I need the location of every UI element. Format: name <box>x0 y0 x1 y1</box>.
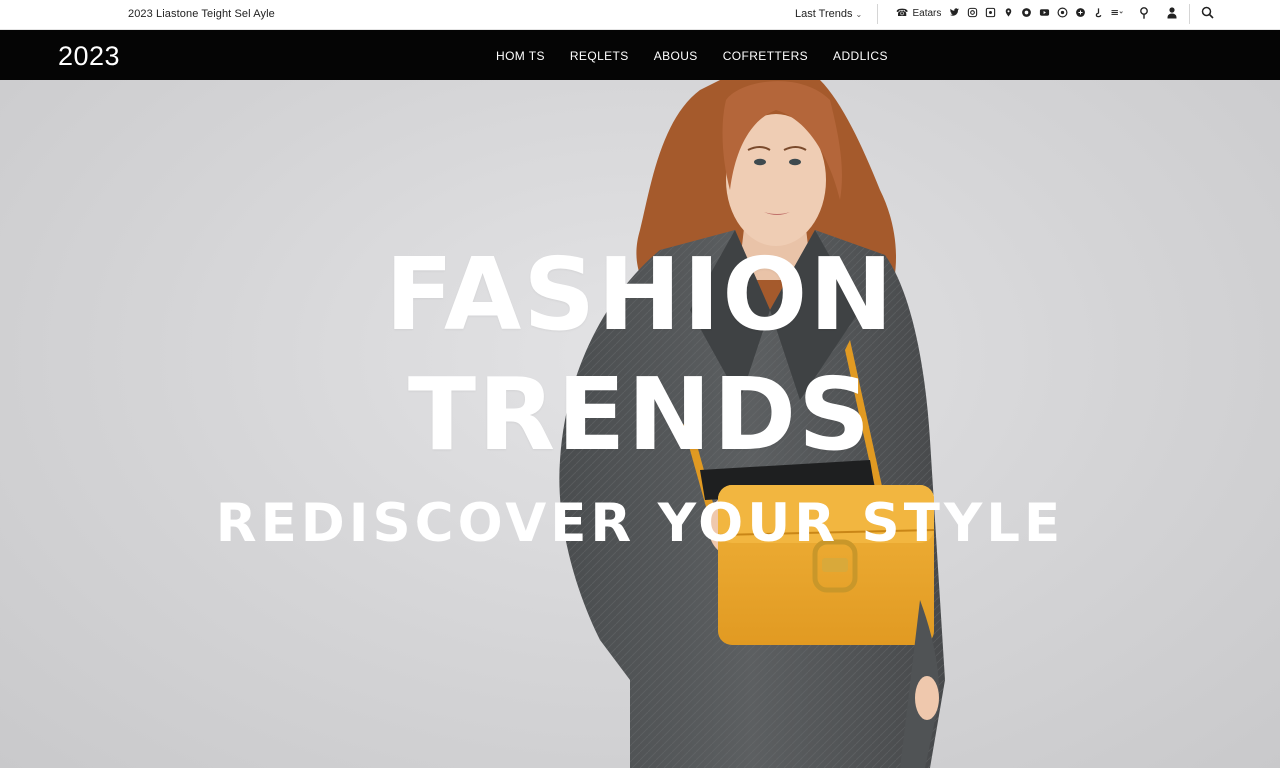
pinterest-icon[interactable] <box>984 7 996 19</box>
threads-icon[interactable] <box>1092 7 1104 19</box>
social-icons <box>948 7 1123 19</box>
hero-headline-line-1: FASHION <box>385 236 895 353</box>
nav-item-cofretters[interactable]: COFRETTERS <box>723 49 808 63</box>
trends-dropdown-label: Last Trends <box>795 8 853 20</box>
facebook-icon[interactable] <box>1020 7 1032 19</box>
nav-item-home[interactable]: HOM TS <box>496 49 545 63</box>
snapchat-icon[interactable] <box>1056 7 1068 19</box>
site-logo[interactable]: 2023 <box>58 41 120 72</box>
whatsapp-icon[interactable] <box>1074 7 1086 19</box>
nav-item-about[interactable]: ABOUS <box>654 49 698 63</box>
top-utility-bar: 2023 Liastone Teight Sel Ayle Last Trend… <box>0 0 1280 30</box>
more-icon[interactable] <box>1110 7 1123 19</box>
main-navbar: 2023 HOM TS REQLETS ABOUS COFRETTERS ADD… <box>0 30 1280 80</box>
hero-banner: FASHION TRENDS REDISCOVER YOUR STYLE <box>0 80 1280 768</box>
site-tagline: 2023 Liastone Teight Sel Ayle <box>128 8 275 20</box>
instagram-icon[interactable] <box>966 7 978 19</box>
twitter-icon[interactable] <box>948 7 960 19</box>
nav-item-addlics[interactable]: ADDLICS <box>833 49 888 63</box>
location-icon[interactable] <box>1138 6 1152 20</box>
account-icon[interactable] <box>1166 6 1180 20</box>
hero-headline-line-2: TRENDS <box>407 356 873 473</box>
nav-item-requests[interactable]: REQLETS <box>570 49 629 63</box>
hero-subtitle: REDISCOVER YOUR STYLE <box>215 493 1065 554</box>
divider <box>877 4 878 24</box>
chevron-down-icon: ⌄ <box>855 10 863 19</box>
search-icon[interactable] <box>1201 6 1215 20</box>
contact-link[interactable]: ☎ Eatars <box>896 8 941 19</box>
divider <box>1189 4 1190 24</box>
main-menu: HOM TS REQLETS ABOUS COFRETTERS ADDLICS <box>496 49 888 63</box>
trends-dropdown[interactable]: Last Trends ⌄ <box>795 8 862 20</box>
tiktok-icon[interactable] <box>1002 7 1014 19</box>
contact-label: Eatars <box>912 8 942 19</box>
youtube-icon[interactable] <box>1038 7 1050 19</box>
phone-icon: ☎ <box>896 8 909 19</box>
